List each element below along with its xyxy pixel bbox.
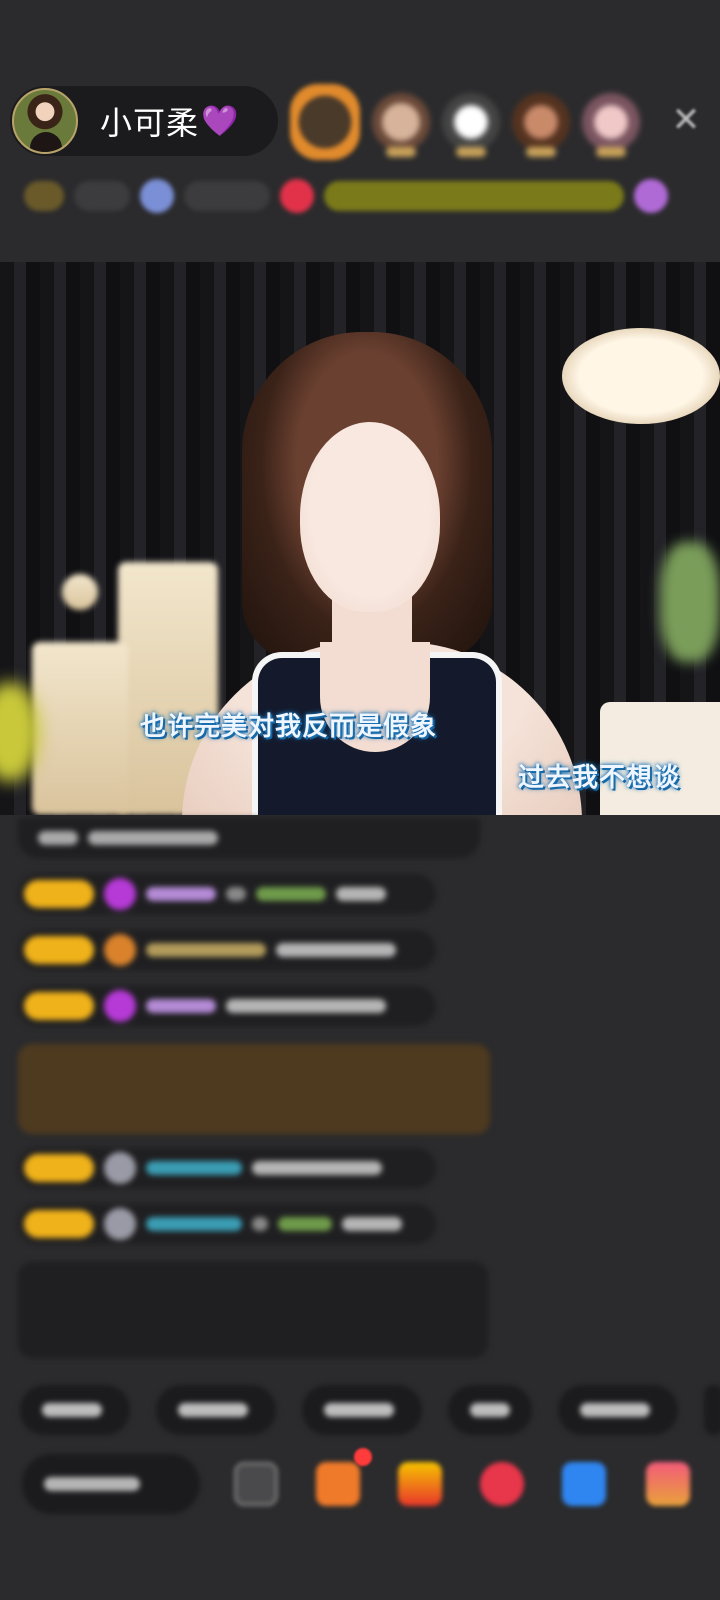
purple-heart-icon: 💜 [201, 103, 239, 139]
streamer-face [300, 422, 440, 612]
notification-dot [354, 1448, 372, 1466]
message-text [88, 831, 218, 845]
message-text [226, 887, 246, 901]
level-badge [24, 1210, 94, 1238]
chip-label [470, 1403, 510, 1417]
chat-message [18, 818, 480, 858]
username[interactable] [256, 887, 326, 901]
message-text [252, 1161, 382, 1175]
username[interactable] [146, 943, 266, 957]
lamp [562, 328, 720, 424]
message-text [342, 1217, 402, 1231]
level-badge [24, 992, 94, 1020]
username[interactable] [146, 1161, 242, 1175]
like-icon[interactable] [480, 1462, 524, 1506]
message-text [38, 831, 78, 845]
quick-reply-chip[interactable] [20, 1385, 130, 1435]
username[interactable] [278, 1217, 332, 1231]
lyric-line: 也许完美对我反而是假象 [140, 712, 438, 742]
username[interactable] [146, 1217, 242, 1231]
level-badge [24, 936, 94, 964]
fan-icon [104, 934, 136, 966]
rank-badge [386, 147, 416, 157]
rank-badge [456, 147, 486, 157]
gem-icon [104, 878, 136, 910]
top-viewers-list [290, 82, 652, 162]
chat-message [18, 1148, 436, 1188]
lyric-line: 过去我不想谈 [518, 763, 681, 793]
system-notice [18, 1262, 488, 1358]
chip-label [42, 1403, 102, 1417]
rank-badge [596, 147, 626, 157]
host-name: 小可柔 [100, 104, 200, 142]
quick-reply-chip[interactable] [156, 1385, 276, 1435]
info-chip[interactable] [184, 181, 270, 211]
gift-message [18, 1044, 490, 1134]
user-avatar [104, 1208, 136, 1240]
more-icon[interactable] [646, 1462, 690, 1506]
message-text [226, 999, 386, 1013]
quick-reply-bar [20, 1385, 720, 1435]
message-text [252, 1217, 268, 1231]
viewer-avatar[interactable] [442, 93, 500, 157]
message-text [276, 943, 396, 957]
host-avatar[interactable] [12, 88, 78, 154]
stream-info-strip [24, 172, 700, 220]
viewer-avatar[interactable] [372, 93, 430, 157]
viewer-avatar[interactable] [582, 93, 640, 157]
viewer-avatar[interactable] [512, 93, 570, 157]
candle-decor [32, 642, 128, 815]
quick-reply-chip[interactable] [448, 1385, 532, 1435]
gift-box-icon[interactable] [316, 1462, 360, 1506]
emoji-icon[interactable] [234, 1462, 278, 1506]
plant-decor [660, 542, 720, 662]
rank-badge [526, 147, 556, 157]
chat-message [18, 930, 436, 970]
candle-decor [62, 574, 98, 610]
comment-placeholder [44, 1477, 140, 1491]
rank-badge [24, 181, 64, 211]
host-info-pill[interactable]: 小可柔 💜 [10, 86, 278, 156]
quick-reply-chip[interactable] [558, 1385, 678, 1435]
comment-input[interactable] [22, 1454, 200, 1514]
level-badge [24, 880, 94, 908]
user-icon [140, 179, 174, 213]
username[interactable] [146, 999, 216, 1013]
viewer-avatar[interactable] [290, 84, 360, 160]
close-button[interactable]: ✕ [668, 102, 704, 138]
info-chip[interactable] [74, 181, 130, 211]
message-text [336, 887, 386, 901]
share-icon[interactable] [562, 1462, 606, 1506]
gem-icon [104, 990, 136, 1022]
chat-message [18, 986, 436, 1026]
chat-message [18, 874, 436, 914]
event-banner[interactable] [324, 181, 624, 211]
username[interactable] [146, 887, 216, 901]
gift-icon[interactable] [398, 1462, 442, 1506]
level-badge [24, 1154, 94, 1182]
chip-label [580, 1403, 650, 1417]
live-stream-room: 小可柔 💜 ✕ 也许完美对我反而是假象 过去我不想谈 [0, 0, 720, 1600]
chat-message [18, 1204, 436, 1244]
quick-reply-chip[interactable] [704, 1385, 720, 1435]
chip-label [324, 1403, 394, 1417]
quick-reply-chip[interactable] [302, 1385, 422, 1435]
live-video[interactable]: 也许完美对我反而是假象 过去我不想谈 [0, 262, 720, 815]
event-icon[interactable] [634, 179, 668, 213]
chip-label [178, 1403, 248, 1417]
user-avatar [104, 1152, 136, 1184]
hot-icon[interactable] [280, 179, 314, 213]
